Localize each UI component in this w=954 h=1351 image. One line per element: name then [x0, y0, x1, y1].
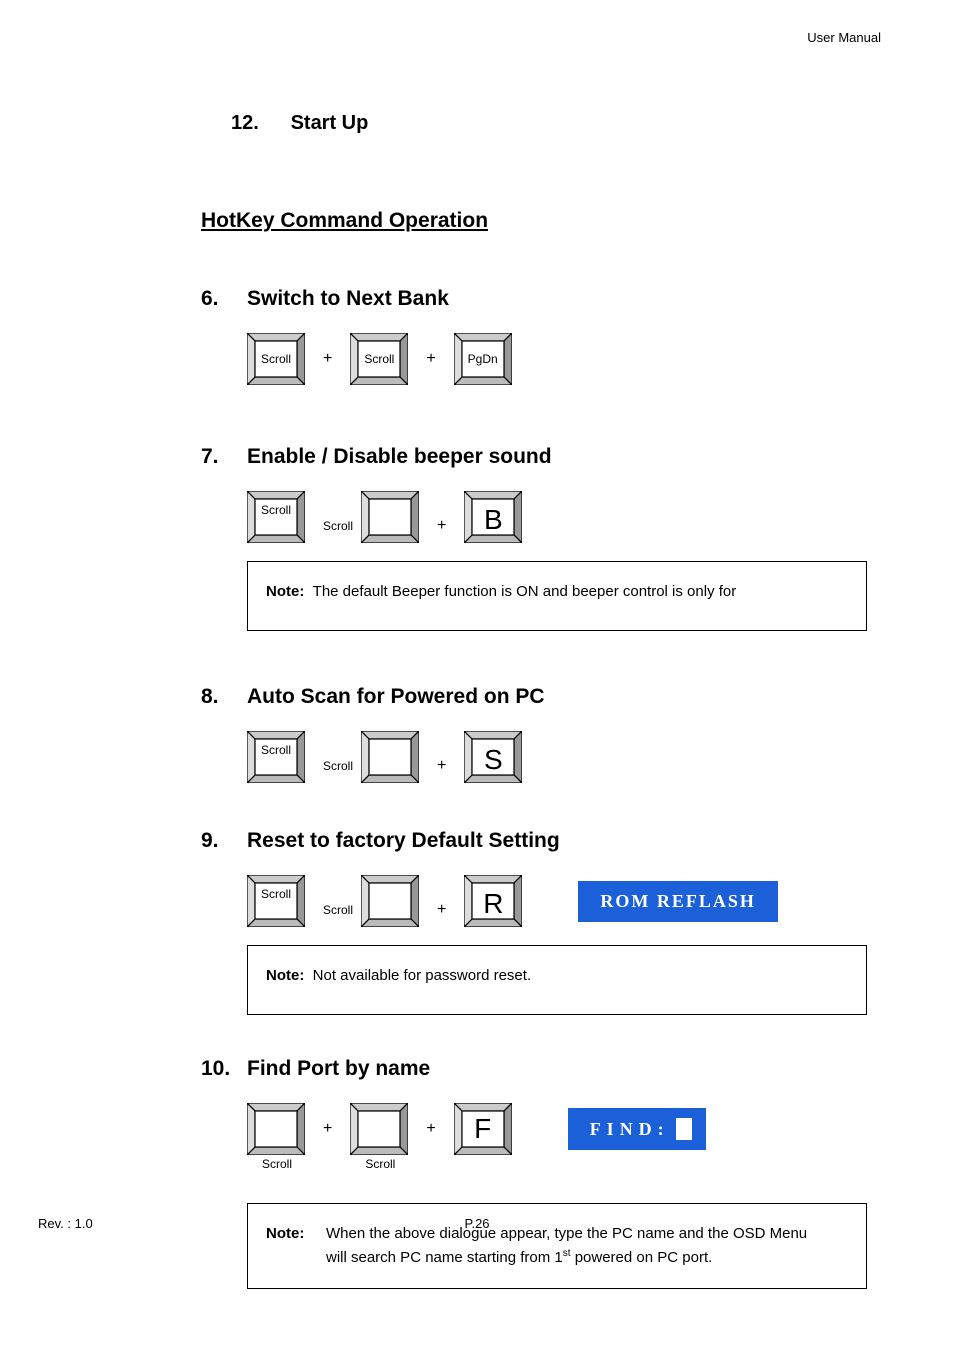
- key-blank: [361, 491, 419, 543]
- plus-icon: +: [437, 757, 446, 775]
- sec-title: Start Up: [291, 112, 369, 134]
- key-s: S: [464, 731, 522, 783]
- note-text: The default Beeper function is ON and be…: [313, 583, 737, 600]
- key-label: Scroll: [261, 503, 291, 517]
- key-scroll: Scroll: [350, 1103, 408, 1155]
- note-box-7: Note: The default Beeper function is ON …: [247, 561, 867, 631]
- key-blank: [361, 731, 419, 783]
- footer-rev: Rev. : 1.0: [38, 1216, 93, 1231]
- section-6-head: 6. Switch to Next Bank: [201, 287, 881, 311]
- sec-title: Enable / Disable beeper sound: [247, 445, 552, 469]
- plus-icon: +: [437, 517, 446, 535]
- main-content: 12. Start Up HotKey Command Operation 6.…: [201, 112, 881, 1289]
- key-label-below: Scroll: [365, 1157, 395, 1171]
- sec-title: Reset to factory Default Setting: [247, 829, 560, 853]
- find-badge: FIND:: [568, 1108, 706, 1150]
- sec-num: 12.: [231, 112, 285, 135]
- note-text: Not available for password reset.: [313, 967, 531, 984]
- section-10-head: 10. Find Port by name: [201, 1057, 881, 1081]
- plus-icon: +: [323, 350, 332, 368]
- section-7-head: 7. Enable / Disable beeper sound: [201, 445, 881, 469]
- keys-row-9: Scroll Scroll + R ROM REFLASH: [247, 875, 881, 927]
- plus-icon: +: [426, 350, 435, 368]
- key-side-label: Scroll: [323, 519, 353, 533]
- keys-row-8: Scroll Scroll + S: [247, 731, 881, 783]
- key-scroll: Scroll: [350, 333, 408, 385]
- plus-icon: +: [437, 901, 446, 919]
- key-label: S: [484, 744, 503, 776]
- key-pgdn: PgDn: [454, 333, 512, 385]
- key-side-label: Scroll: [323, 759, 353, 773]
- key-scroll: Scroll: [247, 1103, 305, 1155]
- sec-num: 9.: [201, 829, 247, 853]
- key-scroll: Scroll: [247, 491, 305, 543]
- key-scroll: Scroll: [247, 875, 305, 927]
- note-sup: st: [563, 1248, 571, 1259]
- keys-row-6: Scroll + Scroll + PgDn: [247, 333, 881, 385]
- key-label: B: [484, 504, 503, 536]
- key-blank: [361, 875, 419, 927]
- note-text-line2a: will search PC name starting from 1: [326, 1249, 563, 1266]
- key-b: B: [464, 491, 522, 543]
- hotkey-operation-title: HotKey Command Operation: [201, 209, 881, 233]
- sec-title: Auto Scan for Powered on PC: [247, 685, 545, 709]
- section-12-head: 12. Start Up: [231, 112, 881, 135]
- footer-page: P.26: [464, 1216, 489, 1231]
- plus-icon: +: [323, 1120, 332, 1138]
- key-label: PgDn: [468, 352, 498, 366]
- section-9-head: 9. Reset to factory Default Setting: [201, 829, 881, 853]
- main-title-text: HotKey Command Operation: [201, 209, 488, 233]
- section-8-head: 8. Auto Scan for Powered on PC: [201, 685, 881, 709]
- sec-title: Switch to Next Bank: [247, 287, 449, 311]
- key-label: R: [483, 888, 503, 920]
- keys-row-7: Scroll Scroll + B: [247, 491, 881, 543]
- sec-num: 6.: [201, 287, 247, 311]
- key-label: Scroll: [261, 887, 291, 901]
- key-label: Scroll: [364, 352, 394, 366]
- sec-num: 8.: [201, 685, 247, 709]
- key-scroll: Scroll: [247, 333, 305, 385]
- header-user-manual: User Manual: [807, 30, 881, 45]
- key-label-below: Scroll: [262, 1157, 292, 1171]
- note-text-line2b: powered on PC port.: [571, 1249, 713, 1266]
- key-f: F: [454, 1103, 512, 1155]
- cursor-icon: [676, 1118, 692, 1140]
- plus-icon: +: [426, 1120, 435, 1138]
- note-box-9: Note: Not available for password reset.: [247, 945, 867, 1015]
- key-r: R: [464, 875, 522, 927]
- key-label: Scroll: [261, 743, 291, 757]
- sec-num: 10.: [201, 1057, 247, 1081]
- find-label: FIND:: [590, 1119, 670, 1140]
- key-label: F: [474, 1113, 491, 1145]
- sec-title: Find Port by name: [247, 1057, 430, 1081]
- keys-row-10: Scroll + Scroll + F FIND:: [247, 1103, 881, 1155]
- note-label: Note:: [266, 583, 304, 600]
- page-footer: Rev. : 1.0 P.26: [38, 1216, 916, 1231]
- sec-num: 7.: [201, 445, 247, 469]
- key-label: Scroll: [261, 352, 291, 366]
- key-side-label: Scroll: [323, 903, 353, 917]
- rom-reflash-badge: ROM REFLASH: [578, 881, 778, 922]
- key-scroll: Scroll: [247, 731, 305, 783]
- note-label: Note:: [266, 967, 304, 984]
